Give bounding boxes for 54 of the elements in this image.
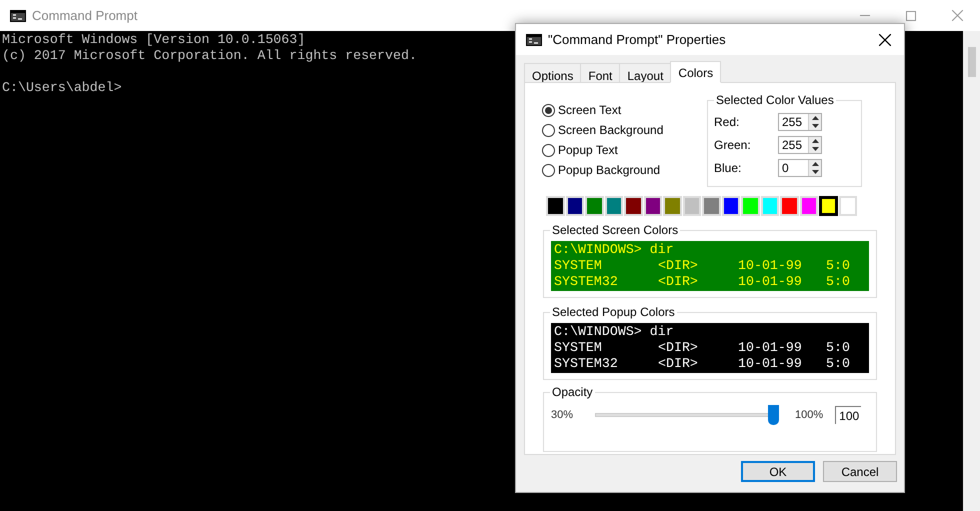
group-title: Opacity [550,384,595,400]
preview-cell: 5:0 [826,356,850,372]
spin-field[interactable]: 255 [778,113,822,131]
min-label: 30% [551,408,574,423]
dialog-button[interactable]: OK [741,461,815,482]
preview-cell-text: 10-01-99 [738,356,803,372]
radio-option[interactable]: Screen Background [542,122,707,138]
tab[interactable]: Layout [619,63,672,83]
console-line: (c) 2017 Microsoft Corporation. All rights reserved. [2,48,417,64]
max-label: 100% [795,408,824,423]
preview-cell-text: <DIR> [658,356,699,372]
radio-option[interactable]: Screen Text [542,102,707,118]
opacity-field[interactable]: 100 [835,406,862,424]
preview-cell-text: <DIR> [658,258,699,274]
dialog-button[interactable]: Cancel [823,461,897,482]
preview-cell-text: 10-01-99 [738,340,803,356]
group-title: Selected Popup Colors [550,304,677,320]
preview-cell: 5:0 [826,340,850,356]
preview-cell-text: 10-01-99 [738,274,803,290]
preview-cell-text: <DIR> [658,340,699,356]
preview-cell-text: 10-01-99 [738,258,803,274]
spin-field[interactable]: 0 [778,159,822,177]
scrollbar[interactable] [963,31,980,511]
console-icon [10,10,26,22]
preview-cell: 5:0 [826,258,850,274]
radio-option[interactable]: Popup Background [542,162,707,178]
console-line: Microsoft Windows [Version 10.0.15063] [2,32,306,48]
tab[interactable]: Options [524,63,582,83]
preview-cell: 5:0 [826,274,850,290]
preview-cell-text: <DIR> [658,274,699,290]
close-icon[interactable] [878,32,892,46]
console-icon [526,34,542,46]
dialog-title: "Command Prompt" Properties [548,30,726,49]
spin-arrows-icon[interactable] [808,114,821,130]
preview-line: C:\WINDOWS> dir [554,242,675,258]
field-label: Red: [714,114,740,131]
preview-cell-text: SYSTEM32 [554,356,619,372]
window-title: Command Prompt [32,6,138,25]
slider[interactable] [595,405,779,425]
tab[interactable]: Colors [670,61,722,83]
spin-arrows-icon[interactable] [808,160,821,176]
preview-line: C:\WINDOWS> dir [554,324,675,340]
spin-arrows-icon[interactable] [808,137,821,153]
field-label: Blue: [714,160,742,177]
spin-field[interactable]: 255 [778,136,822,154]
preview-cell-text: SYSTEM32 [554,274,619,290]
preview-cell-text: SYSTEM [554,258,603,274]
console-prompt: C:\Users\abdel> [2,80,122,96]
radio-option[interactable]: Popup Text [542,142,707,158]
slider-thumb[interactable] [768,405,779,425]
field-label: Green: [714,137,752,154]
preview-cell-text: SYSTEM [554,340,603,356]
color-swatch[interactable] [819,196,838,216]
tab[interactable]: Font [580,63,620,83]
